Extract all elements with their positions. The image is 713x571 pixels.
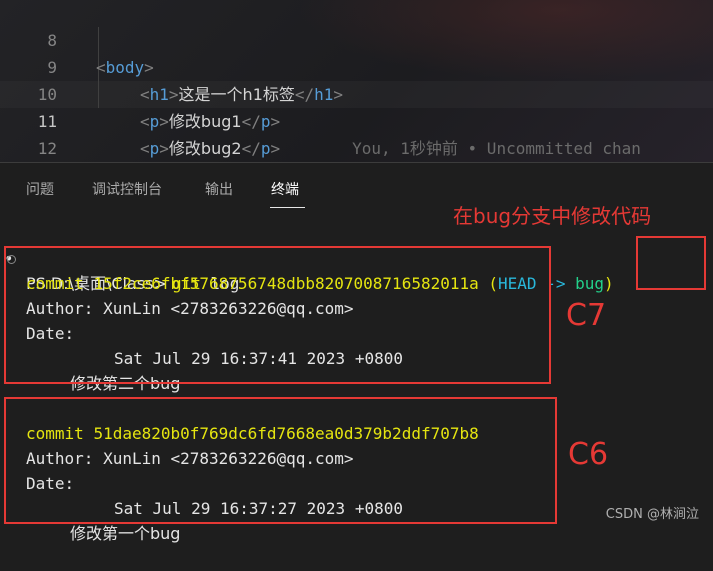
- code-editor[interactable]: 8 <body> 9 <h1>这是一个h1标签</h1> 10 <p>修改bug…: [0, 0, 713, 162]
- tab-problems[interactable]: 问题: [26, 179, 54, 199]
- annotation-box-c6: [4, 397, 557, 524]
- annotation-note: 在bug分支中修改代码: [453, 204, 652, 228]
- tab-output[interactable]: 输出: [205, 179, 233, 199]
- annotation-label-c7: C7: [566, 298, 607, 333]
- annotation-box-c7: [4, 246, 551, 384]
- tab-terminal[interactable]: 终端: [271, 179, 299, 199]
- code-line[interactable]: 8 <body>: [0, 0, 713, 77]
- code-line-current[interactable]: 11 <p>修改bug2</p> You, 1秒钟前 • Uncommitted …: [0, 81, 713, 158]
- code-line[interactable]: 10 <p>修改bug1</p>: [0, 54, 713, 131]
- annotation-box-branch: [636, 236, 706, 290]
- annotation-label-c6: C6: [568, 437, 609, 472]
- code-line[interactable]: 9 <h1>这是一个h1标签</h1>: [0, 27, 713, 104]
- commit-message-text: 修改第一个bug: [70, 524, 181, 543]
- code-line[interactable]: 12 </body>: [0, 108, 713, 158]
- code-line[interactable]: 13 </html>: [0, 135, 713, 162]
- active-tab-indicator: [270, 207, 305, 208]
- watermark: CSDN @林涧泣: [605, 507, 699, 522]
- tab-debug-console[interactable]: 调试控制台: [92, 179, 162, 199]
